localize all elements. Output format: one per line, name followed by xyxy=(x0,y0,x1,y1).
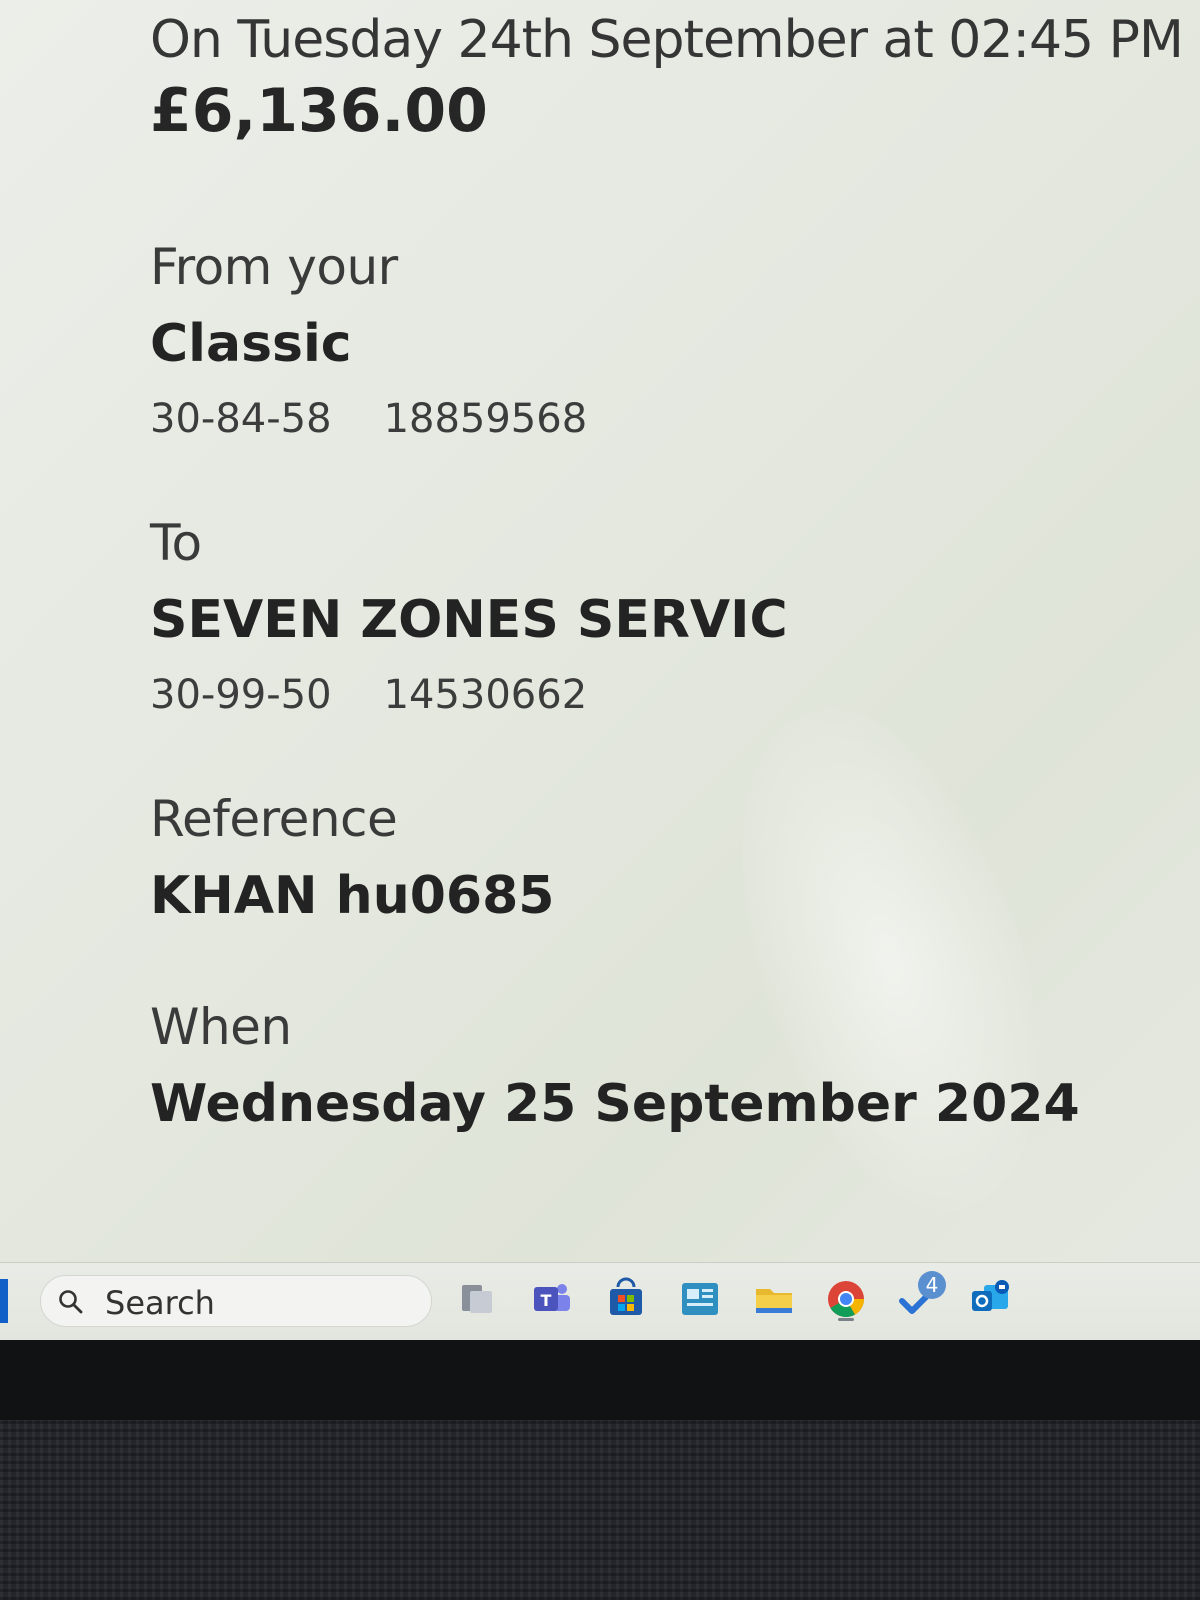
reference-label: Reference xyxy=(150,790,398,848)
to-account-numbers: 30-99-50 14530662 xyxy=(150,672,1200,718)
screen: On Tuesday 24th September at 02:45 PM yo… xyxy=(0,0,1200,1360)
from-section: From your Classic 30-84-58 18859568 xyxy=(150,238,1200,442)
todo-badge: 4 xyxy=(918,1271,946,1299)
payee-name: SEVEN ZONES SERVIC xyxy=(150,590,788,650)
news-icon[interactable] xyxy=(678,1277,722,1321)
payment-intro: On Tuesday 24th September at 02:45 PM yo… xyxy=(150,10,1200,70)
outlook-icon[interactable] xyxy=(968,1277,1012,1321)
from-label: From your xyxy=(150,238,398,296)
search-icon xyxy=(59,1290,83,1314)
store-icon[interactable] xyxy=(604,1277,648,1321)
payment-amount: £6,136.00 xyxy=(150,76,488,146)
laptop-bezel xyxy=(0,1340,1200,1420)
start-button-edge[interactable] xyxy=(0,1279,8,1323)
reference-section: Reference KHAN hu0685 xyxy=(150,790,1200,926)
teams-icon[interactable]: T xyxy=(530,1277,574,1321)
when-value: Wednesday 25 September 2024 xyxy=(150,1074,1080,1134)
when-label: When xyxy=(150,998,292,1056)
to-label: To xyxy=(150,514,202,572)
from-account-number: 18859568 xyxy=(383,396,588,442)
from-account-name: Classic xyxy=(150,314,352,374)
search-label: Search xyxy=(105,1284,215,1322)
to-sort-code: 30-99-50 xyxy=(150,672,332,718)
taskbar: Search T 4 xyxy=(0,1262,1200,1341)
chrome-icon[interactable] xyxy=(824,1277,868,1321)
svg-text:T: T xyxy=(541,1291,552,1310)
to-section: To SEVEN ZONES SERVIC 30-99-50 14530662 xyxy=(150,514,1200,718)
from-sort-code: 30-84-58 xyxy=(150,396,332,442)
when-section: When Wednesday 25 September 2024 xyxy=(150,998,1200,1134)
payment-details: On Tuesday 24th September at 02:45 PM yo… xyxy=(150,10,1200,1134)
to-account-number: 14530662 xyxy=(383,672,588,718)
file-explorer-icon[interactable] xyxy=(752,1277,796,1321)
from-account-numbers: 30-84-58 18859568 xyxy=(150,396,1200,442)
taskbar-search-box[interactable]: Search xyxy=(40,1275,432,1327)
reference-value: KHAN hu0685 xyxy=(150,866,555,926)
task-view-icon[interactable] xyxy=(456,1277,500,1321)
laptop-speaker-grille xyxy=(0,1420,1200,1600)
